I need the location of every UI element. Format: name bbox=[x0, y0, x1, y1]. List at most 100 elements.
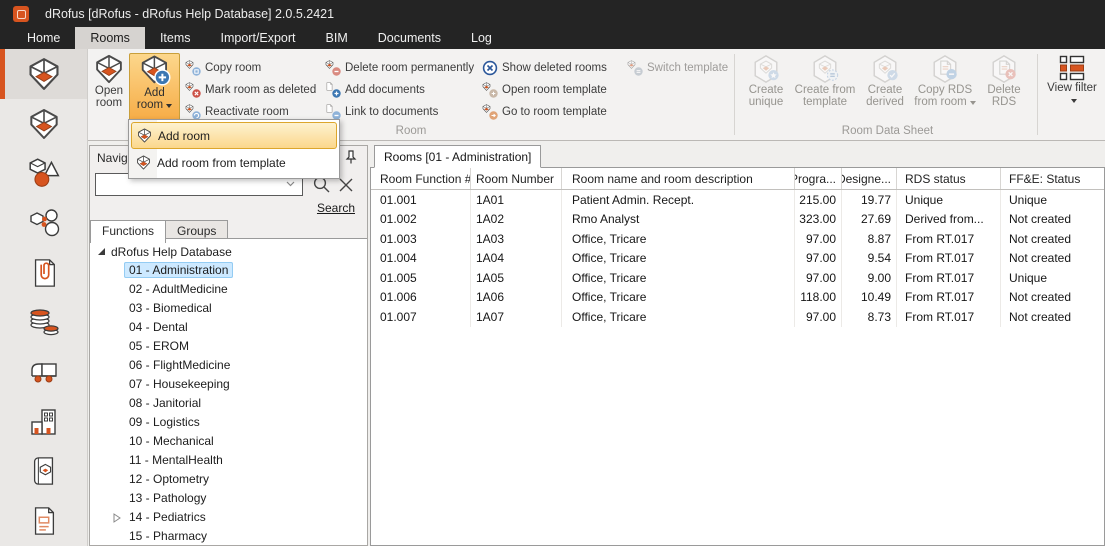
column-header[interactable]: Room Function #: bbox=[371, 168, 471, 189]
tree-item[interactable]: 11 - MentalHealth bbox=[90, 451, 367, 470]
add-documents-icon bbox=[325, 82, 341, 98]
tree-item[interactable]: 05 - EROM bbox=[90, 337, 367, 356]
tree-root[interactable]: dRofus Help Database bbox=[90, 242, 367, 261]
navigation-panel: Navigation Search Functions Groups dRofu… bbox=[89, 145, 368, 546]
menu-tab-rooms[interactable]: Rooms bbox=[75, 27, 145, 49]
rooms-tab[interactable]: Rooms [01 - Administration] bbox=[374, 145, 541, 168]
column-header[interactable]: Room Number bbox=[471, 168, 562, 189]
tree-item[interactable]: 13 - Pathology bbox=[90, 489, 367, 508]
menu-item-add-room[interactable]: Add room bbox=[131, 122, 337, 149]
coins-icon bbox=[27, 306, 61, 338]
delete-rds-button[interactable]: Delete RDS bbox=[978, 54, 1030, 108]
tree-item[interactable]: 15 - Pharmacy bbox=[90, 527, 367, 545]
table-row[interactable]: 01.003 1A03 Office, Tricare 97.00 8.87 F… bbox=[371, 229, 1104, 249]
tree-item[interactable]: 10 - Mechanical bbox=[90, 432, 367, 451]
create-derived-icon bbox=[870, 54, 900, 84]
column-header[interactable]: FF&E: Status bbox=[1001, 168, 1104, 189]
switch-template-icon bbox=[627, 60, 643, 76]
table-row[interactable]: 01.005 1A05 Office, Tricare 97.00 9.00 F… bbox=[371, 268, 1104, 288]
column-header[interactable]: Progra... bbox=[795, 168, 842, 189]
sidebar-item-attachments[interactable] bbox=[0, 248, 87, 298]
dropdown-caret-icon bbox=[1071, 99, 1077, 103]
building-icon bbox=[28, 406, 60, 438]
dropdown-caret-icon bbox=[166, 104, 172, 108]
show-deleted-rooms-icon bbox=[482, 60, 498, 76]
ribbon-separator bbox=[1037, 54, 1038, 135]
sidebar-item-buildings[interactable] bbox=[0, 397, 87, 447]
open-room-button[interactable]: Open room bbox=[89, 54, 129, 128]
table-row[interactable]: 01.004 1A04 Office, Tricare 97.00 9.54 F… bbox=[371, 249, 1104, 269]
menu-tab-documents[interactable]: Documents bbox=[363, 27, 456, 49]
view-filter-button[interactable]: View filter bbox=[1045, 54, 1099, 106]
sidebar-item-room-templates[interactable] bbox=[0, 99, 87, 149]
tree-item[interactable]: 02 - AdultMedicine bbox=[90, 280, 367, 299]
app-logo-icon bbox=[13, 6, 29, 22]
link-to-documents-icon bbox=[325, 104, 341, 120]
sidebar-item-reports[interactable] bbox=[0, 496, 87, 546]
chevron-down-icon[interactable] bbox=[286, 181, 295, 187]
create-derived-button[interactable]: Create derived bbox=[858, 54, 912, 108]
copy-rds-from-room-button[interactable]: Copy RDS from room bbox=[912, 54, 978, 108]
create-unique-button[interactable]: Create unique bbox=[740, 54, 792, 108]
sidebar-item-finance[interactable] bbox=[0, 297, 87, 347]
sidebar-item-logistics[interactable] bbox=[0, 347, 87, 397]
create-unique-icon bbox=[751, 54, 781, 84]
tree-item[interactable]: 04 - Dental bbox=[90, 318, 367, 337]
title-bar: dRofus [dRofus - dRofus Help Database] 2… bbox=[0, 0, 1105, 27]
tree-item[interactable]: 01 - Administration bbox=[90, 261, 367, 280]
go-to-room-template-button[interactable]: Go to room template bbox=[482, 101, 607, 123]
show-deleted-rooms-button[interactable]: Show deleted rooms bbox=[482, 57, 607, 79]
tree-item[interactable]: 08 - Janitorial bbox=[90, 394, 367, 413]
add-room-icon bbox=[137, 128, 152, 143]
table-row[interactable]: 01.001 1A01 Patient Admin. Recept. 215.0… bbox=[371, 190, 1104, 210]
search-link[interactable]: Search bbox=[90, 201, 355, 215]
tree-item[interactable]: 06 - FlightMedicine bbox=[90, 356, 367, 375]
mark-deleted-icon bbox=[185, 82, 201, 98]
dropdown-caret-icon bbox=[970, 101, 976, 105]
tree-item[interactable]: 09 - Logistics bbox=[90, 413, 367, 432]
copy-room-icon bbox=[185, 60, 201, 76]
tree-collapsed-icon[interactable] bbox=[113, 513, 121, 523]
menu-bar: Home Rooms Items Import/Export BIM Docum… bbox=[0, 27, 1105, 49]
column-header[interactable]: RDS status bbox=[897, 168, 1001, 189]
catalog-book-icon bbox=[29, 455, 59, 487]
menu-item-add-room-from-template[interactable]: Add room from template bbox=[131, 149, 337, 176]
menu-tab-log[interactable]: Log bbox=[456, 27, 507, 49]
add-room-icon bbox=[139, 54, 171, 86]
add-documents-button[interactable]: Add documents bbox=[325, 79, 474, 101]
tree-expander-icon[interactable] bbox=[98, 248, 105, 255]
menu-tab-home[interactable]: Home bbox=[12, 27, 75, 49]
copy-room-button[interactable]: Copy room bbox=[185, 57, 316, 79]
table-row[interactable]: 01.007 1A07 Office, Tricare 97.00 8.73 F… bbox=[371, 307, 1104, 327]
view-filter-icon bbox=[1058, 54, 1086, 82]
tab-functions[interactable]: Functions bbox=[90, 220, 166, 243]
menu-tab-import-export[interactable]: Import/Export bbox=[206, 27, 311, 49]
delete-room-permanently-button[interactable]: Delete room permanently bbox=[325, 57, 474, 79]
tree-item[interactable]: 07 - Housekeeping bbox=[90, 375, 367, 394]
tree-item[interactable]: 03 - Biomedical bbox=[90, 299, 367, 318]
sidebar-item-item-links[interactable] bbox=[0, 198, 87, 248]
items-icon bbox=[27, 156, 61, 190]
truck-icon bbox=[27, 356, 61, 388]
create-from-template-button[interactable]: Create from template bbox=[792, 54, 858, 108]
tree-item[interactable]: 12 - Optometry bbox=[90, 470, 367, 489]
table-row[interactable]: 01.006 1A06 Office, Tricare 118.00 10.49… bbox=[371, 288, 1104, 308]
sidebar-item-catalog[interactable] bbox=[0, 447, 87, 497]
menu-tab-bim[interactable]: BIM bbox=[311, 27, 363, 49]
mark-room-as-deleted-button[interactable]: Mark room as deleted bbox=[185, 79, 316, 101]
function-tree: dRofus Help Database 01 - Administration… bbox=[90, 238, 367, 545]
link-to-documents-button[interactable]: Link to documents bbox=[325, 101, 474, 123]
open-room-template-icon bbox=[482, 82, 498, 98]
sidebar-item-rooms[interactable] bbox=[0, 49, 87, 99]
column-header[interactable]: Designe... bbox=[842, 168, 897, 189]
tree-item[interactable]: 14 - Pediatrics bbox=[90, 508, 367, 527]
open-room-template-button[interactable]: Open room template bbox=[482, 79, 607, 101]
pin-icon[interactable] bbox=[343, 149, 359, 165]
sidebar-item-items[interactable] bbox=[0, 148, 87, 198]
column-header[interactable]: Room name and room description bbox=[562, 168, 795, 189]
ribbon-group-room-data-sheet: Room Data Sheet bbox=[739, 125, 1036, 137]
menu-tab-items[interactable]: Items bbox=[145, 27, 206, 49]
switch-template-button[interactable]: Switch template bbox=[627, 57, 728, 79]
table-row[interactable]: 01.002 1A02 Rmo Analyst 323.00 27.69 Der… bbox=[371, 210, 1104, 230]
add-room-button[interactable]: Add room bbox=[129, 53, 180, 129]
